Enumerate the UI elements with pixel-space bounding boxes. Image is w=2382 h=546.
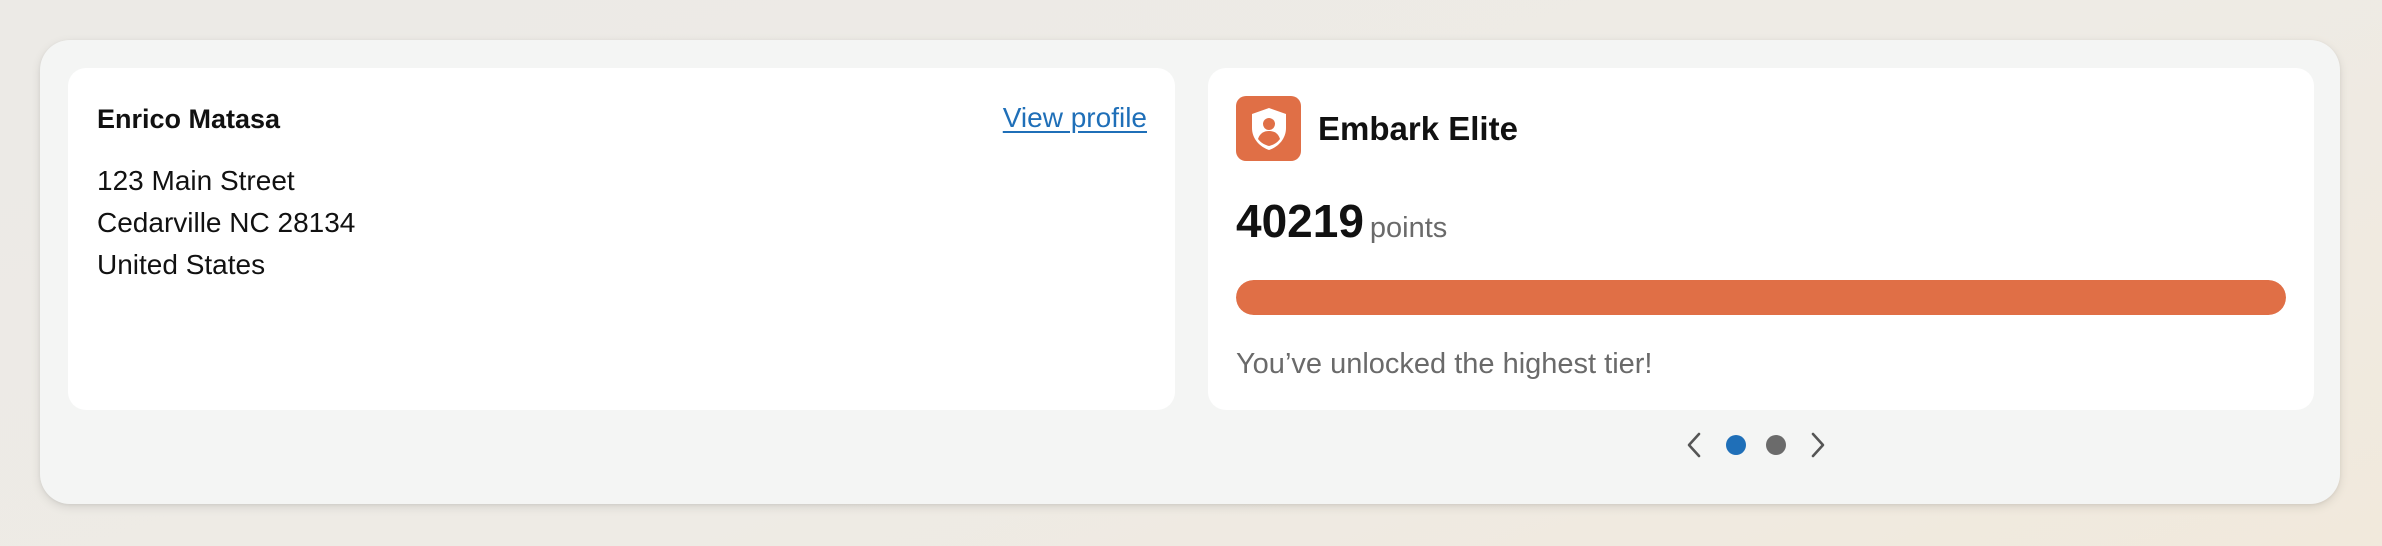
tier-progress-bar bbox=[1236, 280, 2286, 315]
customer-address: 123 Main Street Cedarville NC 28134 Unit… bbox=[97, 160, 355, 286]
carousel-pager bbox=[1680, 428, 1832, 462]
address-line-city: Cedarville NC 28134 bbox=[97, 207, 356, 238]
tier-status-message: You’ve unlocked the highest tier! bbox=[1236, 348, 1653, 380]
pager-dot-1[interactable] bbox=[1726, 435, 1746, 455]
address-line-country: United States bbox=[97, 249, 266, 280]
points-value: 40219 bbox=[1236, 195, 1364, 247]
points-unit: points bbox=[1369, 212, 1448, 244]
tier-progress-fill bbox=[1236, 280, 2286, 315]
address-line-street: 123 Main Street bbox=[97, 165, 295, 196]
points-display: 40219 points bbox=[1236, 194, 1447, 248]
view-profile-link[interactable]: View profile bbox=[1003, 102, 1147, 134]
loyalty-card: Embark Elite 40219 points You’ve unlocked… bbox=[1208, 68, 2314, 410]
chevron-right-icon[interactable] bbox=[1804, 428, 1832, 462]
customer-name: Enrico Matasa bbox=[97, 104, 281, 134]
tier-name: Embark Elite bbox=[1318, 110, 1518, 147]
customer-card: Enrico Matasa View profile 123 Main Stre… bbox=[68, 68, 1175, 410]
pager-dot-2[interactable] bbox=[1766, 435, 1786, 455]
shield-person-icon bbox=[1236, 96, 1301, 161]
customer-summary-panel: Enrico Matasa View profile 123 Main Stre… bbox=[40, 40, 2340, 504]
chevron-left-icon[interactable] bbox=[1680, 428, 1708, 462]
